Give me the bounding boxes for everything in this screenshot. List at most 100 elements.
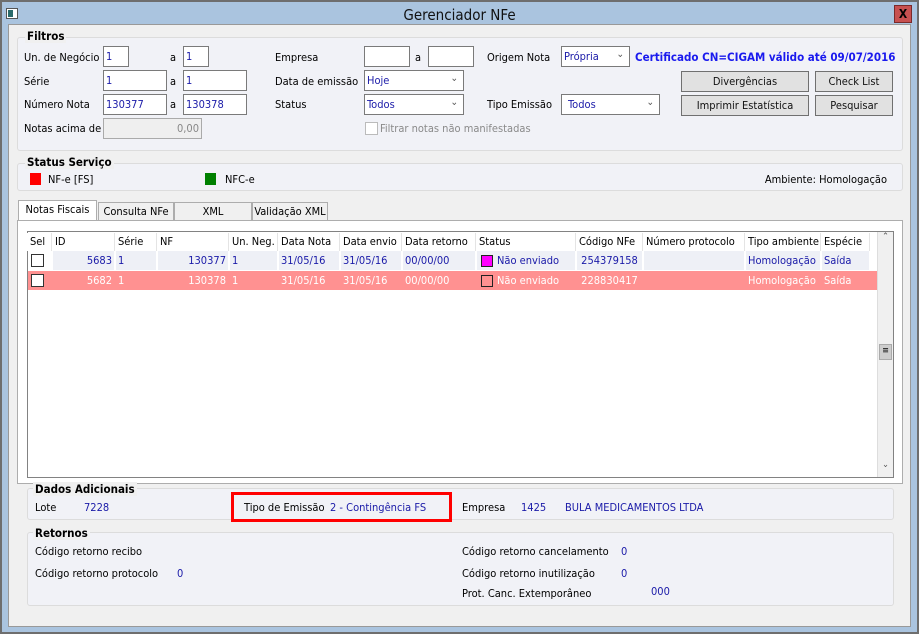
status-servico-title: Status Serviço — [25, 155, 114, 169]
check-list-button[interactable]: Check List — [815, 71, 893, 92]
close-button[interactable]: X — [894, 5, 912, 23]
status-color-icon — [481, 255, 493, 267]
row-select-checkbox[interactable] — [31, 274, 44, 287]
cell-id: 5683 — [53, 251, 114, 270]
prot-canc-extemporaneo-value: 000 — [651, 585, 670, 598]
empresa-nome: BULA MEDICAMENTOS LTDA — [565, 501, 704, 514]
cell-text: 1 — [118, 254, 125, 267]
scroll-down-icon[interactable]: ⌄ — [878, 460, 893, 476]
title-bar: Gerenciador NFe X — [2, 2, 917, 26]
cell-text: Saída — [824, 254, 852, 267]
cell-text: 1 — [232, 254, 239, 267]
column-header[interactable]: Data envio — [340, 233, 402, 251]
origem-nota-value: Própria — [564, 50, 599, 63]
un-negocio-to-input[interactable]: 1 — [183, 46, 209, 67]
tipo-emissao-select[interactable]: Todos ⌄ — [561, 94, 660, 115]
codigo-retorno-inutilizacao-label: Código retorno inutilização — [462, 567, 595, 580]
column-header[interactable]: Tipo ambiente — [745, 233, 821, 251]
nfce-status-indicator — [205, 173, 216, 185]
numero-nota-to-input[interactable]: 130378 — [183, 94, 247, 115]
empresa-to-input[interactable] — [428, 46, 474, 67]
column-header[interactable]: Sel — [27, 233, 52, 251]
empresa-info-label: Empresa — [462, 501, 506, 514]
cell-id: 5682 — [53, 271, 114, 290]
row-select-checkbox[interactable] — [31, 254, 44, 267]
codigo-retorno-recibo-label: Código retorno recibo — [35, 545, 143, 558]
column-header[interactable]: Un. Neg. — [229, 233, 278, 251]
cell-serie: 1 — [116, 271, 156, 290]
cell-text: 31/05/16 — [343, 274, 388, 287]
serie-to-input[interactable]: 1 — [183, 70, 247, 91]
cell-text: 5682 — [86, 274, 112, 287]
filtrar-manifestadas-checkbox[interactable] — [365, 122, 378, 135]
codigo-retorno-protocolo-value: 0 — [177, 567, 184, 580]
prot-canc-extemporaneo-label: Prot. Canc. Extemporâneo — [462, 587, 592, 600]
data-emissao-label: Data de emissão — [275, 75, 359, 88]
scroll-thumb[interactable]: ≡ — [879, 344, 892, 360]
pesquisar-button[interactable]: Pesquisar — [815, 95, 893, 116]
cell-text: 254379158 — [581, 254, 638, 267]
cell-tipo-ambiente: Homologação — [746, 271, 820, 290]
cell-status: Não enviado — [477, 251, 575, 270]
status-label: Status — [275, 98, 307, 111]
status-color-icon — [481, 275, 493, 287]
empresa-from-input[interactable] — [364, 46, 410, 67]
imprimir-estatistica-button[interactable]: Imprimir Estatística — [681, 95, 809, 116]
codigo-retorno-cancelamento-value: 0 — [621, 545, 628, 558]
vertical-scrollbar[interactable]: ⌃ ≡ ⌄ — [877, 232, 893, 477]
column-header[interactable]: Código NFe — [576, 233, 643, 251]
serie-from-input[interactable]: 1 — [103, 70, 167, 91]
cell-un-neg: 1 — [230, 251, 277, 270]
tab-consulta-nfe[interactable]: Consulta NFe — [98, 202, 174, 221]
retornos-title: Retornos — [33, 526, 90, 540]
nfce-status-label: NFC-e — [225, 173, 255, 186]
cell-text: 31/05/16 — [343, 254, 388, 267]
numero-nota-from-input[interactable]: 130377 — [103, 94, 167, 115]
cell-codigo-nfe: 254379158 — [577, 251, 642, 270]
tab-notas-fiscais[interactable]: Notas Fiscais — [18, 200, 97, 220]
scroll-up-icon[interactable]: ⌃ — [878, 232, 893, 248]
un-negocio-from-input[interactable]: 1 — [103, 46, 129, 67]
cell-text: 00/00/00 — [405, 274, 450, 287]
cell-data-envio: 31/05/16 — [341, 251, 401, 270]
column-header[interactable]: NF — [157, 233, 229, 251]
tab-xml[interactable]: XML — [174, 202, 252, 221]
cell-data-retorno: 00/00/00 — [403, 271, 475, 290]
column-header[interactable]: Data Nota — [278, 233, 340, 251]
cell-numero-protocolo — [644, 251, 744, 270]
cell-especie: Saída — [822, 271, 869, 290]
filtrar-manifestadas-label: Filtrar notas não manifestadas — [380, 122, 531, 135]
notas-acima-input[interactable]: 0,00 — [103, 118, 202, 139]
column-header[interactable]: Série — [115, 233, 157, 251]
origem-nota-label: Origem Nota — [487, 51, 551, 64]
nfe-status-label: NF-e [FS] — [48, 173, 94, 186]
data-emissao-select[interactable]: Hoje ⌄ — [364, 70, 464, 91]
cell-text: 130377 — [188, 254, 226, 267]
cell-data-nota: 31/05/16 — [279, 271, 339, 290]
cell-text: Homologação — [748, 274, 816, 287]
column-header[interactable]: Status — [476, 233, 576, 251]
window-title: Gerenciador NFe — [403, 6, 516, 24]
cell-text: 228830417 — [581, 274, 638, 287]
codigo-retorno-protocolo-label: Código retorno protocolo — [35, 567, 159, 580]
tipo-emissao-info-label: Tipo de Emissão — [244, 501, 325, 514]
cell-text: 130378 — [188, 274, 226, 287]
column-header[interactable]: Número protocolo — [643, 233, 745, 251]
column-header[interactable]: ID — [52, 233, 115, 251]
cell-data-retorno: 00/00/00 — [403, 251, 475, 270]
data-emissao-value: Hoje — [367, 74, 390, 87]
empresa-codigo: 1425 — [521, 501, 547, 514]
column-header[interactable]: Data retorno — [402, 233, 476, 251]
status-select[interactable]: Todos ⌄ — [364, 94, 464, 115]
cell-text: Não enviado — [497, 274, 560, 287]
lote-label: Lote — [35, 501, 57, 514]
cell-text: 00/00/00 — [405, 254, 450, 267]
cell-text: 1 — [118, 274, 125, 287]
chevron-down-icon: ⌄ — [450, 73, 458, 84]
origem-nota-select[interactable]: Própria ⌄ — [561, 46, 630, 67]
divergencias-button[interactable]: Divergências — [681, 71, 809, 92]
cell-serie: 1 — [116, 251, 156, 270]
tab-validacao-xml[interactable]: Validação XML — [252, 202, 328, 221]
column-header[interactable]: Espécie — [821, 233, 870, 251]
chevron-down-icon: ⌄ — [616, 49, 624, 60]
